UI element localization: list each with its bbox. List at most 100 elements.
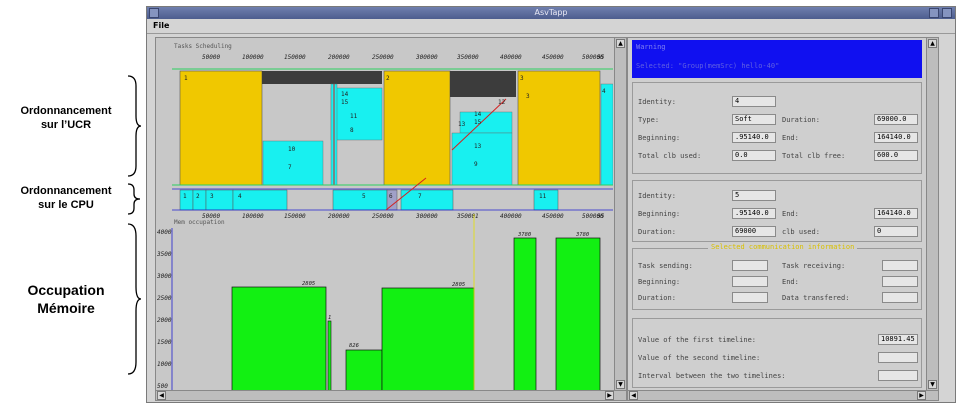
- ucr-task-label: 11: [350, 113, 358, 120]
- cpu-task-label: 1: [183, 193, 187, 200]
- sel-beginning-field[interactable]: [732, 276, 768, 287]
- first-timeline-label: Value of the first timeline:: [638, 336, 757, 344]
- memory-y-tick-label: 2500: [157, 295, 172, 302]
- ucr-task-9[interactable]: [451, 132, 513, 186]
- annotation-ucr-line2: sur l’UCR: [40, 119, 92, 131]
- memory-block-1[interactable]: [231, 286, 327, 390]
- beginning-field[interactable]: .95140.0: [732, 132, 776, 143]
- comm-beginning-field[interactable]: .95140.0: [732, 208, 776, 219]
- window-title: AsvTapp: [534, 8, 568, 17]
- total-free-field[interactable]: 600.0: [874, 150, 918, 161]
- ucr-task-label: 15: [341, 99, 349, 106]
- cpu-axis-tick-label: 150000: [284, 213, 306, 220]
- memory-y-tick-label: 1000: [157, 361, 172, 368]
- ucr-task-12[interactable]: [600, 83, 613, 186]
- maximize-button[interactable]: [942, 8, 952, 18]
- ucr-task-label: 9: [474, 161, 478, 168]
- scroll-right-arrow[interactable]: ▶: [605, 391, 614, 400]
- memory-block-5[interactable]: [555, 237, 601, 390]
- type-field[interactable]: Soft: [732, 114, 776, 125]
- ucr-task-label: 10: [288, 146, 296, 153]
- memory-y-tick-label: 3000: [156, 273, 172, 280]
- ucr-task-label: 7: [288, 164, 292, 171]
- charts-horizontal-scrollbar[interactable]: ◀ ▶: [156, 390, 626, 400]
- info-panel: Warning Selected: "Group(memSrc) hello-4…: [627, 37, 939, 401]
- comm-identity-label: Identity:: [638, 192, 676, 200]
- duration-field[interactable]: 69000.0: [874, 114, 918, 125]
- ucr-task-2[interactable]: [383, 70, 451, 186]
- memory-block-3[interactable]: [381, 287, 475, 390]
- ucr-schedule: [172, 68, 613, 186]
- cpu-task-5[interactable]: [332, 189, 388, 211]
- info-scroll-down-arrow[interactable]: ▼: [928, 380, 937, 389]
- info-vertical-scrollbar[interactable]: ▲ ▼: [926, 38, 938, 390]
- memory-value-label: 826: [349, 343, 360, 349]
- task-sending-field[interactable]: [732, 260, 768, 271]
- ucr-task-1[interactable]: [179, 70, 263, 186]
- info-scroll-right-arrow[interactable]: ▶: [917, 391, 926, 400]
- top-axis-tick-label: 300000: [415, 54, 438, 61]
- beginning-label: Beginning:: [638, 134, 681, 142]
- type-label: Type:: [638, 116, 660, 124]
- annotation-ucr: Ordonnancement sur l’UCR: [2, 104, 130, 132]
- sel-end-field[interactable]: [882, 276, 918, 287]
- warning-label: Warning: [636, 43, 666, 51]
- task-receiving-field[interactable]: [882, 260, 918, 271]
- data-transfered-field[interactable]: [882, 292, 918, 303]
- info-horizontal-scrollbar[interactable]: ◀ ▶: [628, 390, 938, 400]
- ucr-task-label: 2: [386, 75, 390, 82]
- ucr-task-13[interactable]: [459, 111, 513, 134]
- scroll-down-arrow[interactable]: ▼: [616, 380, 625, 389]
- selected-comm-title: Selected communication information: [708, 243, 858, 251]
- memory-block-2[interactable]: [345, 349, 383, 390]
- info-scroll-left-arrow[interactable]: ◀: [629, 391, 638, 400]
- cpu-task-label: 11: [539, 193, 547, 200]
- comm-duration-label: Duration:: [638, 228, 676, 236]
- app-window: AsvTapp File Tasks Scheduling 50000 10000…: [146, 6, 956, 403]
- cpu-task-7[interactable]: [400, 189, 454, 211]
- scroll-up-arrow[interactable]: ▲: [616, 39, 625, 48]
- total-used-field[interactable]: 0.0: [732, 150, 776, 161]
- interval-field[interactable]: [878, 370, 918, 381]
- comm-clb-field[interactable]: 0: [874, 226, 918, 237]
- sel-duration-field[interactable]: [732, 292, 768, 303]
- top-axis-tick-label: 100000: [242, 54, 264, 61]
- ucr-task-label: 3: [520, 75, 524, 82]
- comm-duration-field[interactable]: 69000: [732, 226, 776, 237]
- ucr-task-label: 14: [474, 111, 482, 118]
- end-field[interactable]: 164140.0: [874, 132, 918, 143]
- brace-ucr: [127, 75, 142, 177]
- second-timeline-label: Value of the second timeline:: [638, 354, 761, 362]
- memory-spike[interactable]: [327, 320, 332, 390]
- title-bar[interactable]: AsvTapp: [147, 7, 955, 19]
- annotation-cpu: Ordonnancement sur le CPU: [2, 184, 130, 212]
- cpu-axis-tick-label: 100000: [242, 213, 264, 220]
- first-timeline-field[interactable]: 10891.45: [878, 334, 918, 345]
- ucr-task-3[interactable]: [517, 70, 601, 186]
- ucr-task-label: 13: [458, 121, 466, 128]
- memory-y-tick-label: 4000: [157, 229, 172, 236]
- memory-block-4[interactable]: [513, 237, 537, 390]
- top-axis-tick-label: 50000: [202, 54, 220, 61]
- annotation-memory-line2: Mémoire: [37, 300, 95, 316]
- ucr-task-label: 8: [350, 127, 354, 134]
- scroll-left-arrow[interactable]: ◀: [157, 391, 166, 400]
- comm-identity-field[interactable]: 5: [732, 190, 776, 201]
- annotation-cpu-line1: Ordonnancement: [20, 185, 112, 197]
- brace-cpu: [127, 183, 141, 215]
- memory-y-tick-label: 1500: [157, 339, 172, 346]
- comm-end-field[interactable]: 164140.0: [874, 208, 918, 219]
- minimize-button[interactable]: [929, 8, 939, 18]
- cpu-task-label: 5: [362, 193, 366, 200]
- warning-text: Selected: "Group(memSrc) hello-40": [636, 62, 780, 70]
- total-used-label: Total clb used:: [638, 152, 702, 160]
- identity-field[interactable]: 4: [732, 96, 776, 107]
- menu-file[interactable]: File: [153, 21, 169, 30]
- charts-vertical-scrollbar[interactable]: ▲ ▼: [614, 38, 626, 390]
- data-transfered-label: Data transfered:: [782, 294, 850, 302]
- memory-value-label: 1: [328, 315, 331, 321]
- second-timeline-field[interactable]: [878, 352, 918, 363]
- info-scroll-up-arrow[interactable]: ▲: [928, 39, 937, 48]
- brace-memory: [127, 223, 142, 375]
- top-axis-tick-label: 250000: [372, 54, 394, 61]
